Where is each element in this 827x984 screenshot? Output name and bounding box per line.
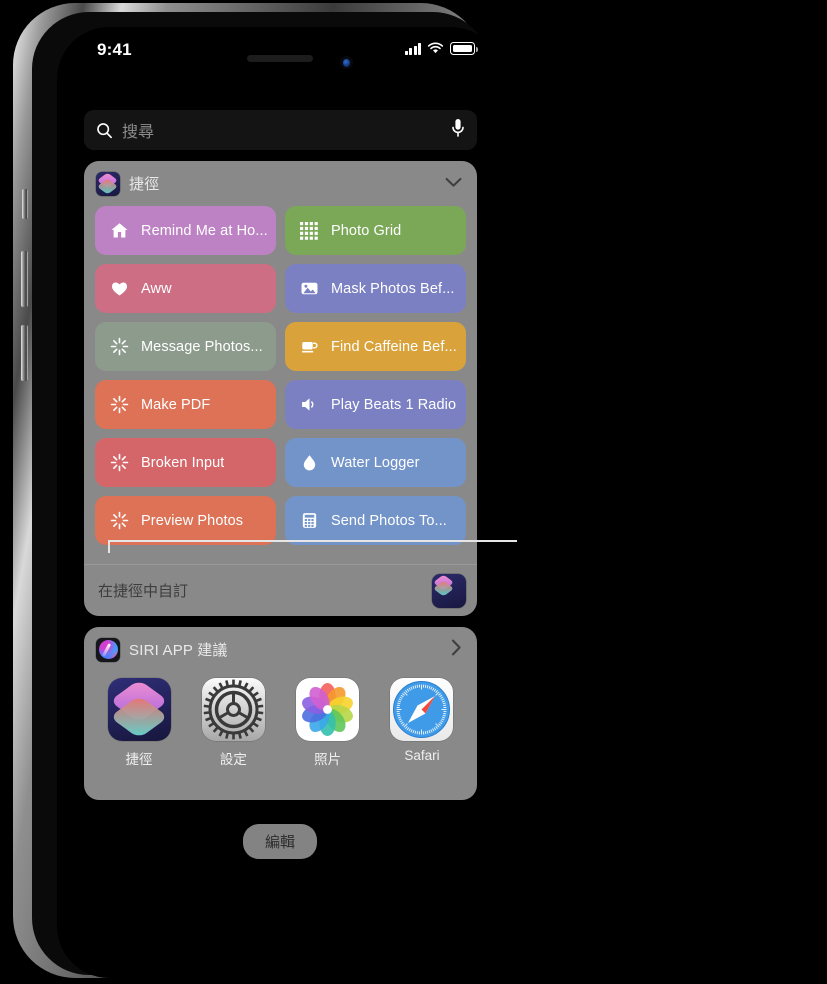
safari-compass-icon	[390, 678, 454, 741]
shortcut-tile-label: Find Caffeine Bef...	[331, 338, 457, 355]
microphone-icon[interactable]	[451, 118, 465, 143]
volume-up-button[interactable]	[21, 251, 28, 307]
shortcut-tile[interactable]: Broken Input	[95, 438, 276, 487]
coffee-cup-icon	[299, 337, 319, 357]
siri-app-item[interactable]: 照片	[287, 678, 369, 768]
shortcut-tile[interactable]: Aww	[95, 264, 276, 313]
shortcuts-widget-title: 捷徑	[129, 176, 160, 193]
siri-app-list: 捷徑 設定 照片 Safari	[84, 672, 477, 768]
siri-app-label: 捷徑	[125, 752, 153, 767]
sparkle-burst-icon	[109, 395, 129, 415]
status-bar: 9:41	[57, 27, 503, 77]
sparkle-burst-icon	[109, 511, 129, 531]
settings-gear-icon	[201, 678, 265, 741]
shortcut-tile-label: Water Logger	[331, 454, 420, 471]
status-bar-indicators	[404, 42, 478, 55]
mute-switch-button[interactable]	[22, 189, 28, 219]
chevron-right-icon[interactable]	[451, 639, 462, 661]
shortcut-tile[interactable]: Send Photos To...	[285, 496, 466, 545]
shortcut-tile[interactable]: Remind Me at Ho...	[95, 206, 276, 255]
shortcut-tile-label: Photo Grid	[331, 222, 402, 239]
photos-app-icon	[296, 678, 360, 741]
edit-button[interactable]: 編輯	[242, 824, 318, 859]
battery-full-icon	[450, 42, 478, 55]
shortcut-tile[interactable]: Make PDF	[95, 380, 276, 429]
shortcut-tile-label: Send Photos To...	[331, 512, 447, 529]
chevron-down-icon[interactable]	[445, 175, 462, 193]
shortcuts-widget-footer[interactable]: 在捷徑中自訂	[84, 564, 477, 616]
customize-in-shortcuts-label: 在捷徑中自訂	[98, 583, 189, 600]
shortcuts-widget-header[interactable]: 捷徑	[84, 161, 477, 206]
phone-screen: 9:41 搜尋 捷徑 Remind Me at Ho... Photo Grid…	[57, 27, 503, 978]
dot-grid-icon	[299, 221, 319, 241]
sparkle-burst-icon	[109, 337, 129, 357]
shortcut-tile-label: Remind Me at Ho...	[141, 222, 268, 239]
shortcuts-app-icon	[96, 171, 120, 196]
sparkle-burst-icon	[109, 453, 129, 473]
calculator-icon	[299, 511, 319, 531]
shortcuts-app-icon[interactable]	[432, 573, 466, 608]
shortcut-tiles-grid: Remind Me at Ho... Photo Grid Aww Mask Phot…	[84, 206, 477, 545]
volume-down-button[interactable]	[21, 325, 28, 381]
siri-widget-title: SIRI APP 建議	[129, 642, 228, 659]
water-drop-icon	[299, 453, 319, 473]
shortcut-tile[interactable]: Play Beats 1 Radio	[285, 380, 466, 429]
shortcut-tile[interactable]: Photo Grid	[285, 206, 466, 255]
siri-app-item[interactable]: 捷徑	[98, 678, 180, 768]
status-bar-clock: 9:41	[97, 40, 132, 59]
siri-app-label: Safari	[404, 748, 440, 763]
shortcut-tile-label: Play Beats 1 Radio	[331, 396, 457, 413]
house-icon	[109, 221, 129, 241]
wifi-icon	[427, 42, 444, 54]
shortcut-tile-label: Broken Input	[141, 454, 225, 471]
siri-app-label: 設定	[219, 752, 247, 767]
cellular-bars-icon	[404, 43, 421, 55]
shortcut-tile-label: Aww	[141, 280, 172, 297]
shortcuts-app-icon	[107, 678, 171, 741]
photo-icon	[299, 279, 319, 299]
heart-icon	[109, 279, 129, 299]
siri-suggestions-widget: SIRI APP 建議 捷徑 設定 照片 Safari	[84, 627, 477, 800]
search-icon	[97, 122, 112, 138]
phone-bezel: 9:41 搜尋 捷徑 Remind Me at Ho... Photo Grid…	[32, 12, 503, 978]
shortcut-tile[interactable]: Water Logger	[285, 438, 466, 487]
siri-app-item[interactable]: 設定	[192, 678, 274, 768]
siri-icon	[96, 637, 120, 662]
callout-leader-line	[108, 540, 517, 542]
shortcut-tile-label: Preview Photos	[141, 512, 244, 529]
siri-app-item[interactable]: Safari	[381, 678, 463, 768]
shortcut-tile-label: Message Photos...	[141, 338, 263, 355]
shortcut-tile[interactable]: Preview Photos	[95, 496, 276, 545]
shortcut-tile-label: Mask Photos Bef...	[331, 280, 455, 297]
shortcut-tile[interactable]: Mask Photos Bef...	[285, 264, 466, 313]
siri-widget-header[interactable]: SIRI APP 建議	[84, 627, 477, 672]
shortcut-tile[interactable]: Find Caffeine Bef...	[285, 322, 466, 371]
siri-app-label: 照片	[314, 752, 342, 767]
screenshot-stage: 9:41 搜尋 捷徑 Remind Me at Ho... Photo Grid…	[0, 0, 827, 984]
search-placeholder: 搜尋	[122, 124, 155, 141]
phone-frame: 9:41 搜尋 捷徑 Remind Me at Ho... Photo Grid…	[13, 3, 503, 978]
speaker-icon	[299, 395, 319, 415]
search-input[interactable]: 搜尋	[84, 110, 477, 150]
shortcuts-widget: 捷徑 Remind Me at Ho... Photo Grid Aww Mask P…	[84, 161, 477, 616]
shortcut-tile-label: Make PDF	[141, 396, 211, 413]
shortcut-tile[interactable]: Message Photos...	[95, 322, 276, 371]
